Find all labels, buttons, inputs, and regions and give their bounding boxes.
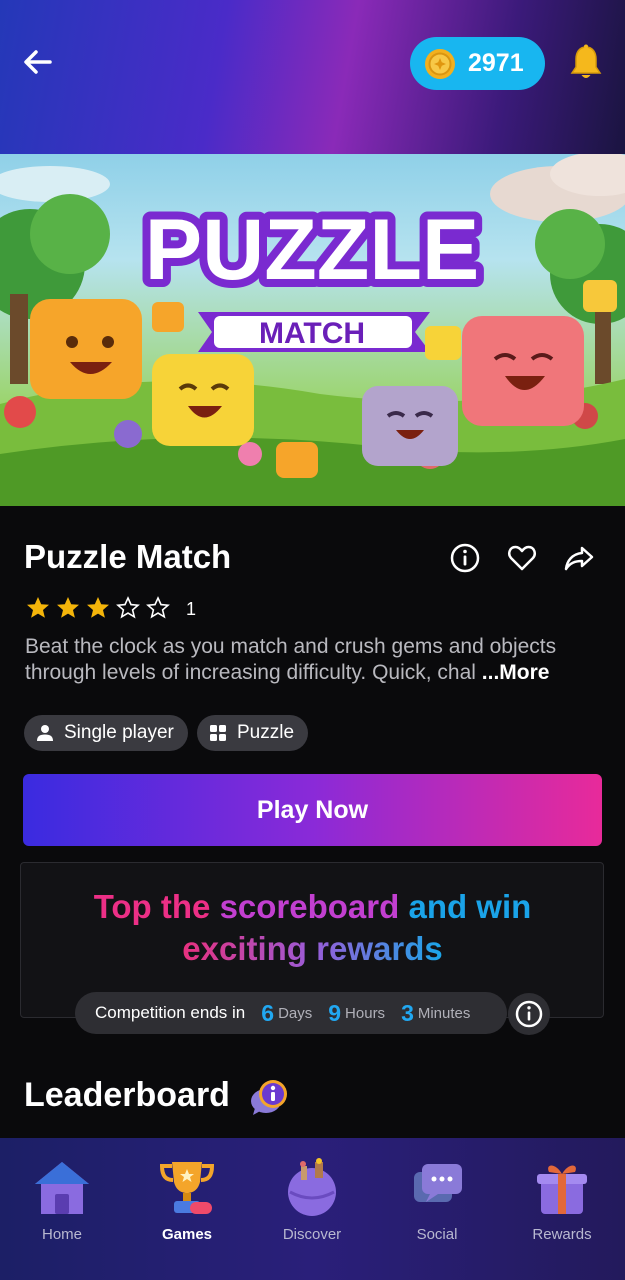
competition-headline: Top the scoreboard and win exciting rewa… (0, 886, 625, 970)
tag-single-player[interactable]: Single player (24, 715, 188, 751)
competition-info-button[interactable] (508, 993, 550, 1035)
countdown-label: Competition ends in (95, 1003, 246, 1022)
headline-part: and win (399, 888, 532, 925)
game-title: Puzzle Match (24, 538, 232, 575)
nav-label: Games (161, 1226, 213, 1243)
chat-icon (414, 1164, 462, 1202)
description-text: Beat the clock as you match and crush ge… (25, 635, 557, 684)
game-banner: PUZZLE PUZZLE MATCH (0, 154, 625, 506)
headline-part: exciting rewards (182, 930, 443, 967)
countdown-days-unit: Days (278, 1004, 313, 1022)
star-filled-icon (87, 597, 109, 618)
nav-label: Discover (282, 1226, 342, 1243)
star-filled-icon (57, 597, 79, 618)
game-description: Beat the clock as you match and crush ge… (25, 634, 605, 686)
home-icon (35, 1162, 89, 1214)
share-icon[interactable] (563, 542, 595, 574)
globe-icon (288, 1158, 336, 1216)
coin-balance-button[interactable]: 2971 (410, 37, 545, 90)
person-icon (37, 725, 53, 741)
gift-icon (537, 1165, 587, 1214)
nav-home[interactable]: Home (7, 1150, 117, 1250)
nav-rewards[interactable]: Rewards (507, 1150, 617, 1250)
tag-puzzle[interactable]: Puzzle (197, 715, 309, 751)
trophy-icon (159, 1162, 215, 1214)
star-empty-icon (146, 596, 170, 619)
countdown-hours-unit: Hours (345, 1004, 386, 1022)
nav-label: Rewards (532, 1226, 592, 1243)
nav-label: Social (416, 1226, 458, 1243)
countdown-hours: 9 (328, 999, 342, 1026)
heart-icon[interactable] (506, 542, 538, 574)
headline-part: Top the (93, 888, 220, 925)
rating-count: 1 (186, 599, 197, 619)
leaderboard-info-icon[interactable] (249, 1077, 289, 1117)
back-arrow-icon[interactable] (20, 44, 56, 80)
nav-games[interactable]: Games (132, 1150, 242, 1250)
tag-label: Puzzle (237, 722, 295, 743)
headline-part: scoreboard (219, 888, 400, 925)
grid-icon (210, 725, 226, 741)
info-icon[interactable] (449, 542, 481, 574)
game-banner-art: PUZZLE PUZZLE MATCH (0, 154, 625, 506)
bell-icon[interactable] (569, 44, 603, 82)
more-link[interactable]: ...More (482, 661, 550, 684)
coin-icon (425, 48, 455, 79)
competition-countdown: Competition ends in 6 Days 9 Hours 3 Min… (75, 992, 507, 1034)
info-icon (515, 1000, 543, 1028)
nav-label: Home (41, 1226, 82, 1243)
logo-puzzle-text: PUZZLE (145, 202, 479, 298)
star-empty-icon (116, 596, 140, 619)
star-filled-icon (27, 597, 49, 618)
star-rating (25, 595, 171, 621)
leaderboard-heading: Leaderboard (24, 1076, 230, 1114)
logo-match-text: MATCH (259, 317, 365, 350)
nav-social[interactable]: Social (382, 1150, 492, 1250)
tag-label: Single player (64, 722, 174, 743)
play-now-button[interactable]: Play Now (23, 774, 602, 846)
countdown-minutes-unit: Minutes (417, 1004, 471, 1022)
countdown-days: 6 (261, 999, 275, 1026)
countdown-minutes: 3 (401, 999, 414, 1026)
nav-discover[interactable]: Discover (257, 1150, 367, 1250)
coin-balance: 2971 (468, 49, 524, 77)
